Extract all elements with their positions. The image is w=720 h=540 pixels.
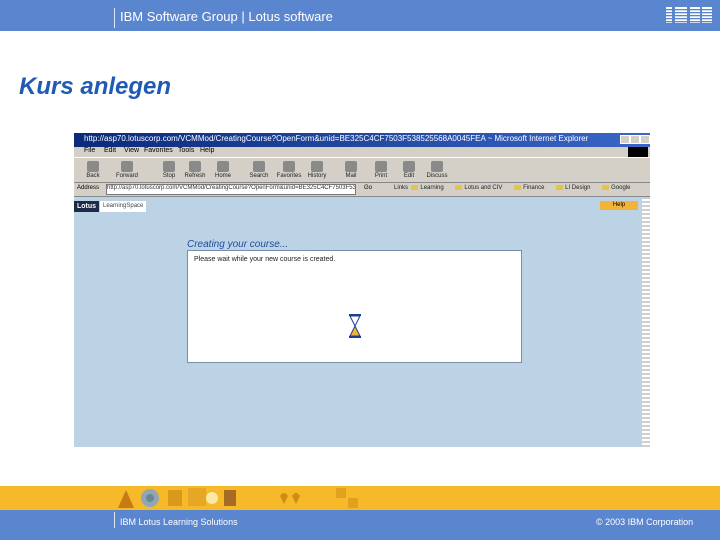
learningspace-label: LearningSpace	[100, 201, 147, 212]
search-icon	[253, 161, 265, 172]
stop-icon	[163, 161, 175, 172]
favorites-button[interactable]: Favorites	[276, 160, 302, 182]
close-button[interactable]	[640, 135, 650, 144]
vertical-scrollbar[interactable]	[642, 199, 650, 447]
home-icon	[217, 161, 229, 172]
browser-menubar: File Edit View Favorites Tools Help	[74, 147, 650, 157]
history-button[interactable]: History	[304, 160, 330, 182]
links-label: Links	[394, 185, 409, 192]
edit-icon	[403, 161, 415, 172]
menu-favorites[interactable]: Favorites	[144, 147, 173, 154]
ibm-logo	[664, 4, 716, 26]
lotus-logo: Lotus	[74, 201, 100, 212]
header-title: IBM Software Group | Lotus software	[120, 9, 333, 24]
forward-arrow-icon	[121, 161, 133, 172]
links-bar: Links Learning Lotus and CIV Finance LI …	[394, 185, 641, 191]
print-icon	[375, 161, 387, 172]
back-arrow-icon	[87, 161, 99, 172]
address-label: Address	[77, 185, 100, 191]
home-button[interactable]: Home	[210, 160, 236, 182]
creating-course-heading: Creating your course...	[187, 239, 289, 250]
footer-bar: IBM Lotus Learning Solutions © 2003 IBM …	[0, 510, 720, 540]
back-button[interactable]: Back	[80, 160, 106, 182]
link-google[interactable]: Google	[602, 185, 630, 191]
print-button[interactable]: Print	[368, 160, 394, 182]
menu-help[interactable]: Help	[200, 147, 214, 154]
progress-dialog: Please wait while your new course is cre…	[187, 250, 522, 363]
dialog-message: Please wait while your new course is cre…	[194, 256, 336, 263]
go-button[interactable]: Go	[364, 185, 372, 191]
menu-edit[interactable]: Edit	[104, 147, 116, 154]
menu-view[interactable]: View	[124, 147, 139, 154]
discuss-button[interactable]: Discuss	[424, 160, 450, 182]
forward-button[interactable]: Forward	[114, 160, 140, 182]
refresh-icon	[189, 161, 201, 172]
stop-button[interactable]: Stop	[156, 160, 182, 182]
search-button[interactable]: Search	[246, 160, 272, 182]
menu-file[interactable]: File	[84, 147, 95, 154]
discuss-icon	[431, 161, 443, 172]
link-li-design[interactable]: LI Design	[556, 185, 590, 191]
windows-logo-icon	[628, 147, 648, 157]
help-button[interactable]: Help	[600, 201, 638, 210]
address-input[interactable]: http://asp70.lotuscorp.com/VCMMod/Creati…	[106, 184, 356, 195]
browser-title-bar: http://asp70.lotuscorp.com/VCMMod/Creati…	[74, 133, 650, 147]
footer-left-text: IBM Lotus Learning Solutions	[120, 517, 238, 527]
link-finance[interactable]: Finance	[514, 185, 544, 191]
header-separator	[114, 8, 115, 28]
hourglass-icon	[349, 314, 361, 338]
edit-button[interactable]: Edit	[396, 160, 422, 182]
mail-icon	[345, 161, 357, 172]
mail-button[interactable]: Mail	[338, 160, 364, 182]
footer-copyright: © 2003 IBM Corporation	[596, 517, 694, 527]
favorites-icon	[283, 161, 295, 172]
maximize-button[interactable]	[630, 135, 640, 144]
minimize-button[interactable]	[620, 135, 630, 144]
decorative-icons-strip	[118, 488, 358, 508]
menu-tools[interactable]: Tools	[178, 147, 194, 154]
address-bar: Address http://asp70.lotuscorp.com/VCMMo…	[74, 183, 650, 197]
learningspace-logo: Lotus LearningSpace	[74, 201, 150, 213]
browser-page-content: Lotus LearningSpace Help Creating your c…	[74, 199, 650, 447]
header-bar: IBM Software Group | Lotus software	[0, 0, 720, 31]
slide-title: Kurs anlegen	[19, 73, 172, 100]
refresh-button[interactable]: Refresh	[182, 160, 208, 182]
browser-window: http://asp70.lotuscorp.com/VCMMod/Creati…	[74, 133, 650, 447]
history-icon	[311, 161, 323, 172]
browser-window-title: http://asp70.lotuscorp.com/VCMMod/Creati…	[84, 134, 589, 143]
link-lotus-civ[interactable]: Lotus and CIV	[455, 185, 502, 191]
link-learning[interactable]: Learning	[411, 185, 443, 191]
footer-separator	[114, 512, 115, 528]
browser-toolbar: Back Forward Stop Refresh Home Search Fa…	[74, 157, 650, 183]
